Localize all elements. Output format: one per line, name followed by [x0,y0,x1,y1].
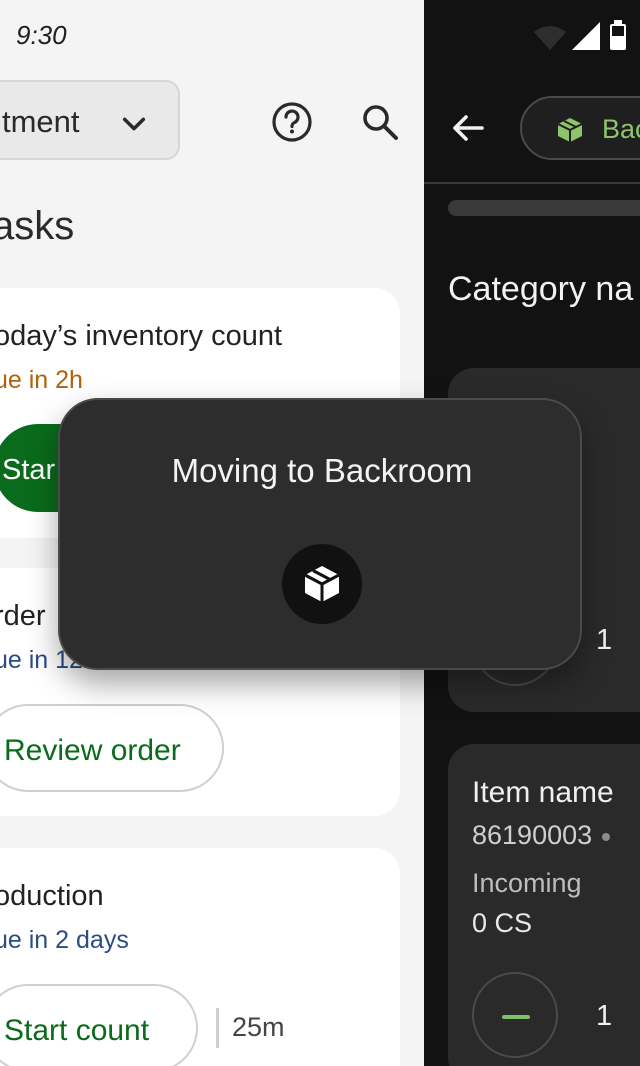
department-label: tment [2,104,80,139]
item-count: 1 [596,624,613,656]
status-time: 9:30 [16,20,67,50]
header-divider [424,182,640,184]
start-count-button[interactable]: Start count [0,984,198,1066]
moving-toast: Moving to Backroom [58,398,582,670]
task-title: rder [0,600,46,632]
location-label: Bac [602,114,640,144]
review-order-button[interactable]: Review order [0,704,224,792]
item-number: 86190003 [472,820,620,851]
chevron-down-icon [122,117,146,131]
location-chip[interactable]: Bac [520,96,640,160]
item-card: Item name 86190003 Incoming 0 CS 1 [448,744,640,1066]
help-icon[interactable] [270,100,314,144]
item-status: Incoming [472,868,582,898]
item-count: 1 [596,1000,613,1032]
item-quantity: 0 CS [472,908,533,938]
box-icon [282,544,362,624]
department-selector[interactable]: tment [0,80,180,160]
minus-icon [502,1015,530,1019]
category-name: Category na [448,270,634,308]
task-duration: 25m [232,1012,285,1042]
separator-dot [602,832,611,841]
task-card: oduction ue in 2 days Start count 25m [0,848,400,1066]
task-due: ue in 2 days [0,926,129,954]
task-title: oduction [0,880,104,912]
search-icon[interactable] [358,100,402,144]
status-icons [534,20,626,50]
divider [216,1008,219,1048]
back-arrow-icon[interactable] [448,108,488,148]
task-due: ue in 2h [0,366,83,394]
task-title: oday’s inventory count [0,320,283,352]
decrement-button[interactable] [472,972,558,1058]
box-icon [557,118,583,142]
item-name: Item name [472,776,614,809]
tasks-heading: asks [0,204,75,248]
toast-title: Moving to Backroom [171,452,473,489]
progress-bar [448,200,640,216]
